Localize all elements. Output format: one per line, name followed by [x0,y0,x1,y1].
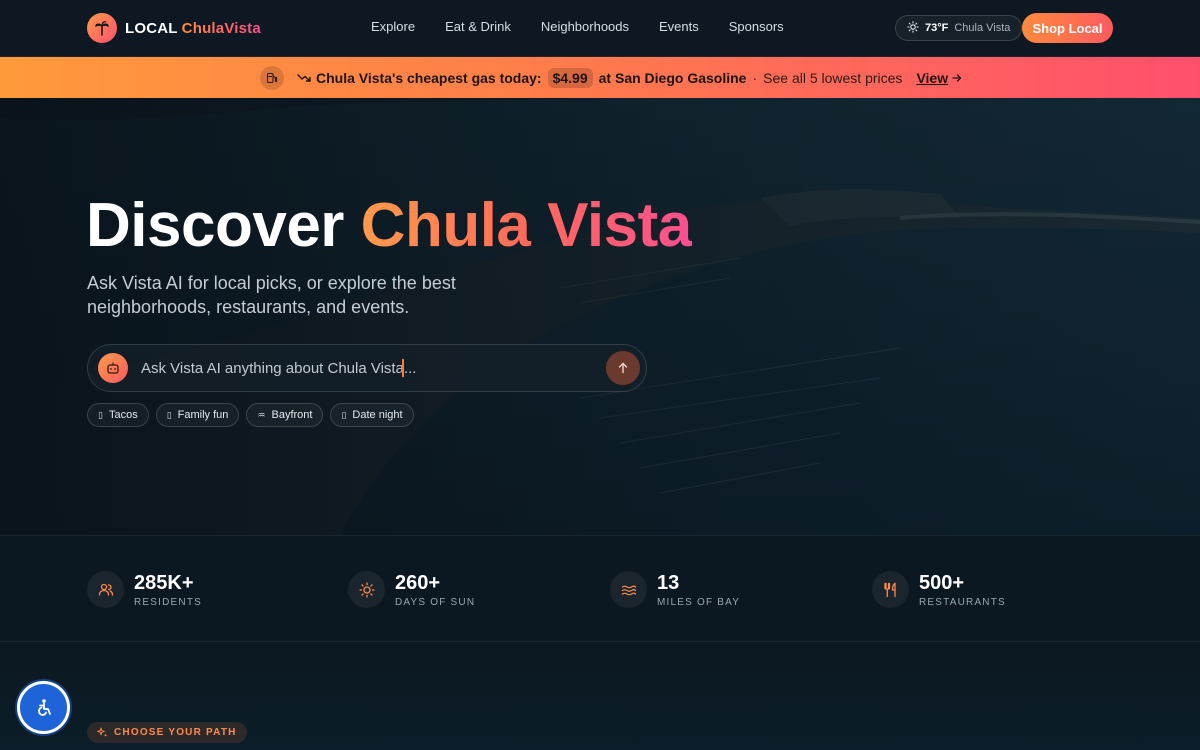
stat-days-of-sun: 260+ DAYS OF SUN [348,571,475,608]
section-eyebrow: CHOOSE YOUR PATH [87,722,247,743]
weather-city: Chula Vista [954,22,1011,34]
view-gas-prices-link[interactable]: View [916,70,962,86]
nav-link-events[interactable]: Events [659,19,699,34]
gas-price-banner-content: Chula Vista's cheapest gas today: $4.99 … [260,65,962,90]
text-caret [402,359,404,377]
stat-miles-of-bay: 13 MILES OF BAY [610,571,740,608]
top-navigation: LOCAL ChulaVista Explore Eat & Drink Neig… [0,0,1200,57]
stat-label: MILES OF BAY [657,596,741,608]
gas-pump-icon [260,65,284,90]
send-question-button[interactable] [606,351,640,385]
sparkle-icon [97,727,108,738]
stat-value: 13 [657,571,680,594]
stat-label: DAYS OF SUN [395,596,476,608]
chip-tacos[interactable]: ▯ Tacos [87,403,149,427]
gas-banner-separator: · [752,69,758,86]
nav-link-eat-drink[interactable]: Eat & Drink [445,19,511,34]
site-logo[interactable]: LOCAL ChulaVista [87,13,261,43]
arrow-up-icon [617,362,629,374]
weather-temperature: 73°F [925,22,949,34]
stat-restaurants: 500+ RESTAURANTS [872,571,1006,608]
family-icon: ▯ [166,409,172,420]
hero-section: Discover Chula Vista Ask Vista AI for lo… [0,98,1200,535]
main-menu: Explore Eat & Drink Neighborhoods Events… [371,19,784,34]
chip-bayfront[interactable]: ♒ Bayfront [246,403,324,427]
chip-label: Bayfront [271,409,313,421]
stat-value: 285K+ [134,571,194,594]
weather-widget[interactable]: 73°F Chula Vista [895,15,1023,41]
sun-icon [907,20,919,36]
hero-title-accent: Chula Vista [360,191,693,260]
chip-date-night[interactable]: ▯ Date night [330,403,414,427]
vista-ai-search-bar [87,344,647,392]
stat-value: 500+ [919,571,965,594]
nav-link-explore[interactable]: Explore [371,19,415,34]
chip-family-fun[interactable]: ▯ Family fun [155,403,240,427]
section-eyebrow-label: CHOOSE YOUR PATH [114,727,237,738]
palm-tree-icon [87,13,117,43]
sun-icon [348,571,385,608]
utensils-icon [872,571,909,608]
shop-local-button[interactable]: Shop Local [1022,13,1113,43]
hero-title: Discover Chula Vista [86,190,692,261]
taco-icon: ▯ [98,409,103,420]
see-all-prices-link[interactable]: See all 5 lowest prices [763,70,902,86]
stat-residents: 285K+ RESIDENTS [87,571,202,608]
stat-label: RESTAURANTS [919,596,1006,608]
city-stats-bar: 285K+ RESIDENTS 260+ DAYS OF SUN 13 MILE… [0,535,1200,642]
users-icon [87,571,124,608]
view-link-label: View [916,69,949,86]
waves-icon [610,571,647,608]
gas-price-badge: $4.99 [547,67,593,88]
trending-down-icon [297,73,311,83]
gas-price-banner: Chula Vista's cheapest gas today: $4.99 … [0,57,1200,98]
logo-wordmark: LOCAL ChulaVista [125,20,261,37]
logo-local-text: LOCAL [125,19,178,37]
stat-value: 260+ [395,571,441,594]
accessibility-button[interactable] [17,681,70,734]
stat-label: RESIDENTS [134,596,203,608]
chip-label: Tacos [108,409,138,421]
logo-city-text: ChulaVista [181,19,261,37]
heart-icon: ▯ [341,409,347,420]
nav-link-neighborhoods[interactable]: Neighborhoods [541,19,629,34]
gas-station-name: at San Diego Gasoline [598,69,747,86]
hero-title-plain: Discover [86,191,344,260]
wave-icon: ♒ [257,409,266,420]
vista-ai-search-input[interactable] [141,357,581,379]
arrow-right-icon [952,73,962,83]
gas-banner-lead: Chula Vista's cheapest gas today: [316,69,542,86]
accessibility-icon [33,697,55,719]
chip-label: Date night [352,409,403,421]
hero-subtitle: Ask Vista AI for local picks, or explore… [87,273,456,317]
suggestion-chips: ▯ Tacos ▯ Family fun ♒ Bayfront ▯ Date n… [87,403,414,427]
choose-path-section: CHOOSE YOUR PATH [0,642,1200,750]
nav-link-sponsors[interactable]: Sponsors [729,19,784,34]
chip-label: Family fun [177,409,229,421]
robot-icon [98,353,128,383]
